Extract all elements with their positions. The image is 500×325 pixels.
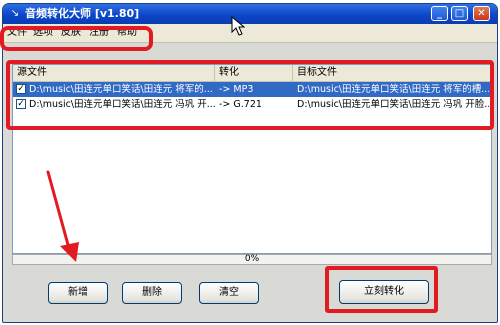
- title-bar[interactable]: ↘ 音频转化大师 [v1.80] _ □ ✕: [3, 4, 497, 24]
- convert-format: -> G.721: [219, 99, 262, 110]
- progress-bar: 0%: [12, 254, 492, 265]
- convert-now-button[interactable]: 立刻转化: [339, 280, 429, 304]
- maximize-button[interactable]: □: [451, 6, 468, 21]
- speaker-icon: ↘: [10, 8, 20, 19]
- window-title: 音频转化大师 [v1.80]: [25, 7, 140, 20]
- menu-bar: 文件 选项 皮肤 注册 帮助: [3, 24, 497, 43]
- table-row[interactable]: ✓ D:\music\田连元单口笑话\田连元 冯巩 开... -> G.721 …: [13, 97, 491, 112]
- target-file: D:\music\田连元单口笑话\田连元 冯巩 开脸...: [297, 99, 489, 110]
- app-window: ↘ 音频转化大师 [v1.80] _ □ ✕ 文件 选项 皮肤 注册 帮助 源文…: [2, 3, 498, 323]
- target-file: D:\music\田连元单口笑话\田连元 将军的槽...: [297, 84, 489, 95]
- row-checkbox[interactable]: ✓: [16, 84, 26, 94]
- source-file: D:\music\田连元单口笑话\田连元 冯巩 开...: [29, 99, 215, 110]
- column-header-target[interactable]: 目标文件: [293, 65, 491, 81]
- menu-options[interactable]: 选项: [33, 26, 53, 40]
- minimize-button[interactable]: _: [431, 6, 448, 21]
- row-checkbox[interactable]: ✓: [16, 99, 26, 109]
- file-list[interactable]: 源文件 转化 目标文件 ✓ D:\music\田连元单口笑话\田连元 将军的..…: [12, 64, 492, 254]
- add-button[interactable]: 新增: [48, 282, 108, 304]
- mouse-cursor-icon: [231, 16, 245, 36]
- column-header-source[interactable]: 源文件: [13, 65, 215, 81]
- clear-button[interactable]: 清空: [199, 282, 259, 304]
- progress-label: 0%: [244, 254, 260, 264]
- source-file: D:\music\田连元单口笑话\田连元 将军的...: [29, 84, 213, 95]
- menu-register[interactable]: 注册: [89, 26, 109, 40]
- column-header-convert[interactable]: 转化: [215, 65, 293, 81]
- menu-help[interactable]: 帮助: [117, 26, 137, 40]
- menu-skin[interactable]: 皮肤: [61, 26, 81, 40]
- table-row[interactable]: ✓ D:\music\田连元单口笑话\田连元 将军的... -> MP3 D:\…: [13, 82, 491, 97]
- menu-file[interactable]: 文件: [7, 26, 27, 40]
- list-header: 源文件 转化 目标文件: [13, 65, 491, 82]
- close-button[interactable]: ✕: [473, 6, 490, 21]
- delete-button[interactable]: 删除: [122, 282, 182, 304]
- convert-format: -> MP3: [219, 84, 254, 95]
